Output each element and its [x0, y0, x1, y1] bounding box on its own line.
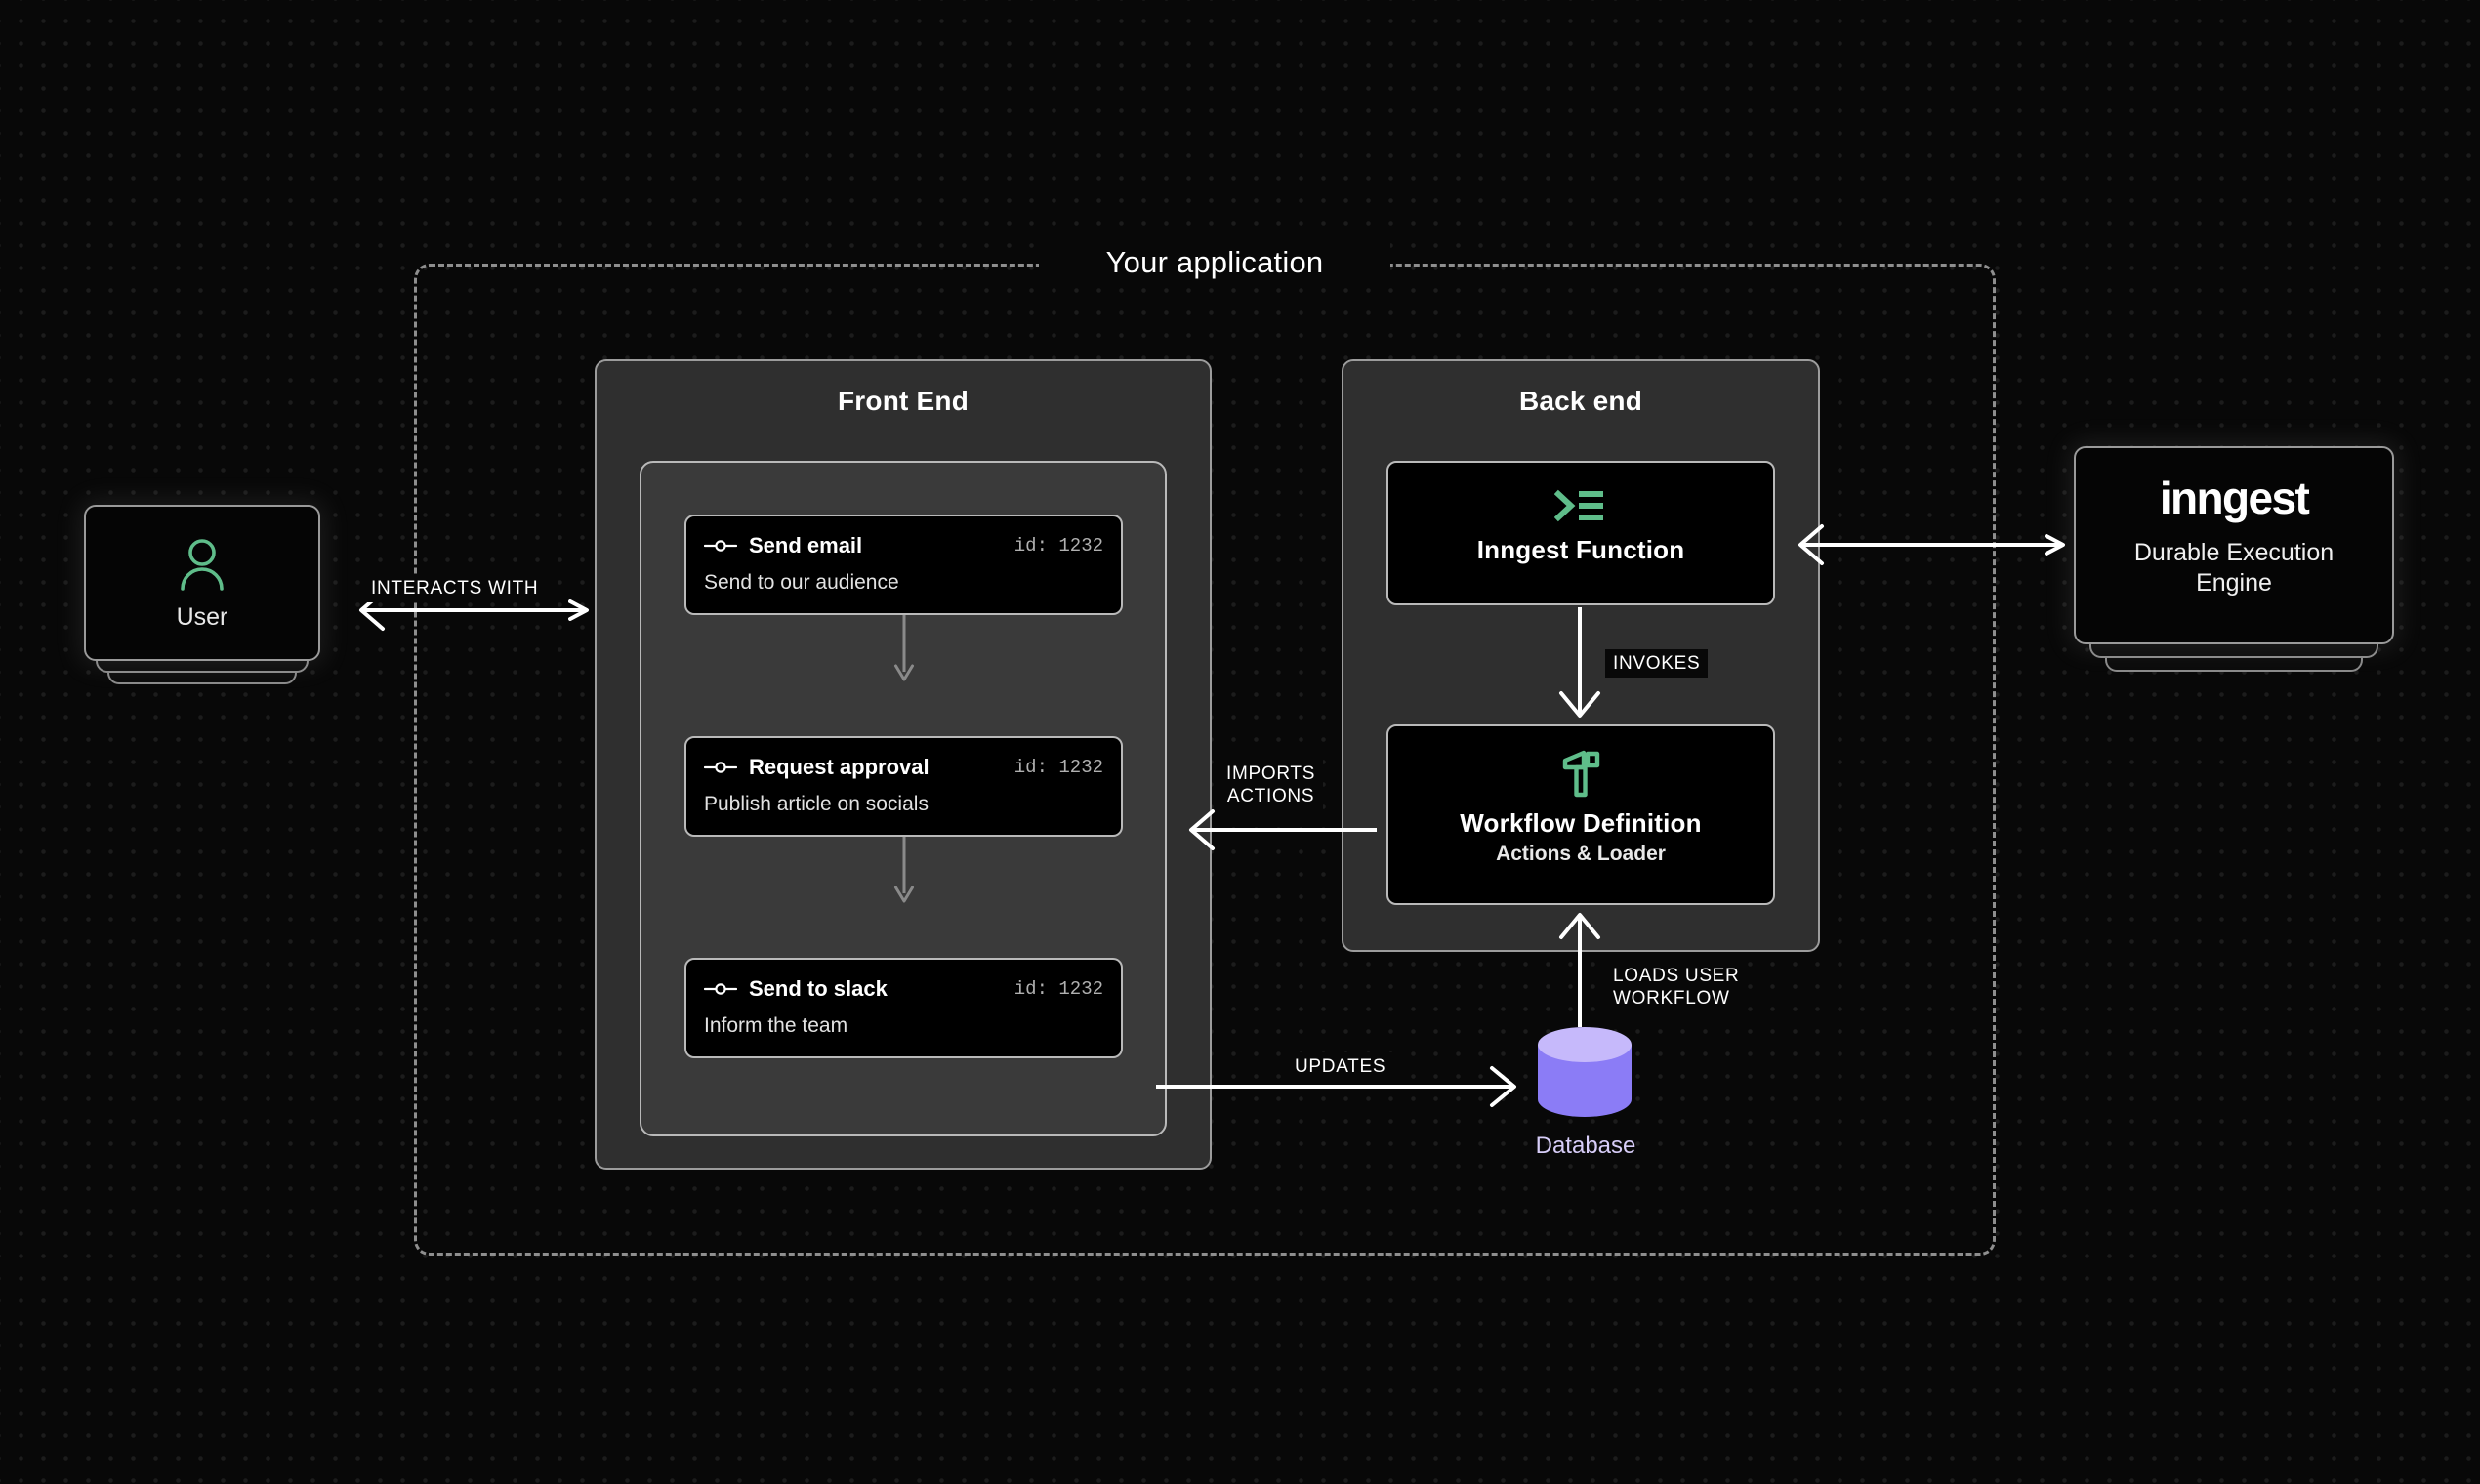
diagram-canvas: Your application Front End Send email id…: [0, 0, 2480, 1484]
edge-label-imports-actions: IMPORTS ACTIONS: [1219, 760, 1324, 811]
diagram-edges: [359, 524, 2065, 1107]
edge-invokes: [1559, 607, 1600, 718]
edge-label-updates: UPDATES: [1287, 1052, 1394, 1082]
edge-label-invokes: INVOKES: [1605, 649, 1709, 679]
edge-imports-actions: [1189, 809, 1377, 850]
edge-loads-user-workflow: [1559, 913, 1600, 1027]
edge-label-loads-user-workflow: LOADS USER WORKFLOW: [1605, 962, 1748, 1013]
edge-label-interacts-with: INTERACTS WITH: [363, 574, 547, 603]
edge-backend-inngest: [1798, 524, 2065, 565]
